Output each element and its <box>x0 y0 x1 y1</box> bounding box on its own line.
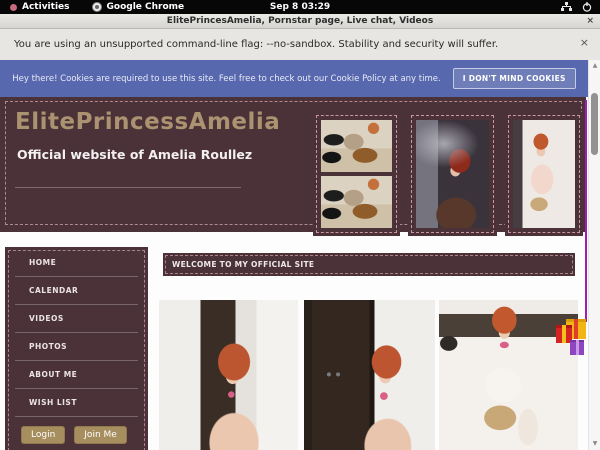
header-photo-frame-1[interactable] <box>313 112 400 236</box>
header-photo-couch-top[interactable] <box>321 120 392 172</box>
site-tagline: Official website of Amelia Roullez <box>17 147 252 162</box>
window-title-bar: ElitePrincesAmelia, Pornstar page, Live … <box>0 14 600 29</box>
scrollbar[interactable]: ▲ ▼ <box>588 60 600 450</box>
gift-ribbon-line <box>585 100 587 322</box>
window-title: ElitePrincesAmelia, Pornstar page, Live … <box>167 16 433 26</box>
scroll-down-icon[interactable]: ▼ <box>589 440 600 447</box>
sidebar: HOME CALENDAR VIDEOS PHOTOS ABOUT ME WIS… <box>5 247 148 450</box>
activities-dot-icon <box>10 4 17 11</box>
welcome-heading: WELCOME TO MY OFFICIAL SITE <box>172 253 314 276</box>
window-close-icon[interactable]: × <box>586 14 594 28</box>
header-photo-frame-2[interactable] <box>408 112 497 236</box>
flag-warning-text: You are using an unsupported command-lin… <box>14 39 498 50</box>
activities-button[interactable]: Activities <box>10 2 70 12</box>
sidebar-item-videos[interactable]: VIDEOS <box>15 305 138 333</box>
header-photo-couch-bottom[interactable] <box>321 176 392 228</box>
cookie-banner: Hey there! Cookies are required to use t… <box>0 60 588 97</box>
cookie-accept-button[interactable]: I DON'T MIND COOKIES <box>453 68 576 89</box>
header-photo-smoking[interactable] <box>416 120 489 228</box>
app-label: Google Chrome <box>107 2 185 12</box>
header-photo-frame-3[interactable] <box>505 112 583 236</box>
gift-icon-purple[interactable] <box>570 340 584 355</box>
cookie-message: Hey there! Cookies are required to use t… <box>12 74 440 84</box>
warning-close-icon[interactable]: × <box>580 36 589 49</box>
login-button[interactable]: Login <box>21 426 65 444</box>
content-photo-2[interactable] <box>304 300 435 450</box>
join-me-button[interactable]: Join Me <box>74 426 127 444</box>
scrollbar-thumb[interactable] <box>591 93 598 155</box>
chrome-app-icon <box>92 2 102 12</box>
sidebar-item-home[interactable]: HOME <box>15 249 138 277</box>
header-photo-bedroom[interactable] <box>513 120 575 228</box>
site-title[interactable]: ElitePrincessAmelia <box>15 109 280 135</box>
sidebar-item-calendar[interactable]: CALENDAR <box>15 277 138 305</box>
screen: Activities Google Chrome Sep 8 03:29 <box>0 0 600 450</box>
web-page: ElitePrincessAmelia Official website of … <box>0 97 588 450</box>
header-divider <box>15 187 241 188</box>
sidebar-item-photos[interactable]: PHOTOS <box>15 333 138 361</box>
power-icon[interactable] <box>582 2 592 12</box>
sidebar-item-wish-list[interactable]: WISH LIST <box>15 389 138 417</box>
scroll-up-icon[interactable]: ▲ <box>589 62 600 69</box>
system-top-bar: Activities Google Chrome Sep 8 03:29 <box>0 0 600 14</box>
network-icon[interactable] <box>561 2 572 12</box>
sidebar-nav: HOME CALENDAR VIDEOS PHOTOS ABOUT ME WIS… <box>5 247 148 417</box>
focused-app-menu[interactable]: Google Chrome <box>92 2 185 12</box>
welcome-heading-bar: WELCOME TO MY OFFICIAL SITE <box>163 253 575 276</box>
activities-label: Activities <box>22 2 70 12</box>
sidebar-item-about-me[interactable]: ABOUT ME <box>15 361 138 389</box>
content-photo-3[interactable] <box>439 300 578 450</box>
flag-warning-bar: You are using an unsupported command-lin… <box>0 29 600 60</box>
content-photo-1[interactable] <box>159 300 298 450</box>
